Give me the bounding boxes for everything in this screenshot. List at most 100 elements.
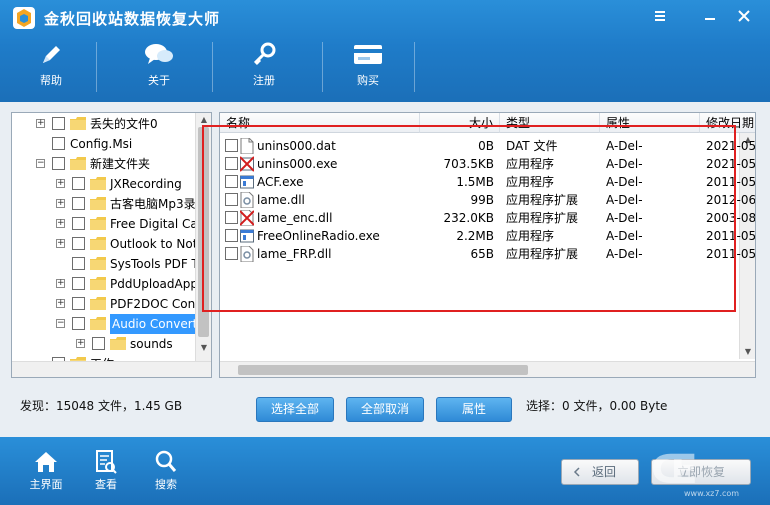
tree-item[interactable]: + 丢失的文件0 (12, 114, 197, 134)
column-header-attr[interactable]: 属性 (600, 113, 700, 133)
column-header-name[interactable]: 名称 (220, 113, 420, 133)
select-all-button[interactable]: 选择全部 (256, 397, 334, 422)
folder-icon (90, 317, 106, 330)
selected-status: 选择：0 文件，0.00 Byte (526, 399, 668, 413)
tree-item[interactable]: SysTools PDF T (12, 254, 199, 274)
collapse-icon[interactable]: − (56, 319, 65, 328)
expand-icon[interactable]: + (56, 239, 65, 248)
chevron-left-icon (573, 467, 580, 477)
register-label: 注册 (253, 74, 275, 87)
file-list[interactable]: 名称 大小 类型 属性 修改日期 ▲ ▼ unins000.dat 0B DAT 文… (219, 112, 756, 378)
register-button[interactable]: 注册 (222, 40, 306, 96)
file-name: lame.dll (257, 193, 305, 207)
tree-item[interactable]: − 新建文件夹 (12, 154, 197, 174)
tree-item-checkbox[interactable] (52, 137, 65, 150)
file-size: 65B (470, 247, 494, 261)
file-row[interactable]: unins000.exe 703.5KB 应用程序 A-Del- 2021-05- (220, 155, 755, 173)
file-list-horizontal-scrollbar[interactable] (220, 361, 755, 377)
close-button[interactable] (730, 6, 758, 28)
expand-icon[interactable]: + (56, 279, 65, 288)
scroll-up-icon[interactable]: ▲ (199, 115, 209, 125)
tree-item-label: 丢失的文件0 (90, 117, 158, 131)
file-checkbox[interactable] (225, 247, 238, 260)
tree-item-checkbox[interactable] (72, 237, 85, 250)
tree-item[interactable]: + Free Digital Car (12, 214, 203, 234)
folder-icon (90, 257, 106, 270)
file-row[interactable]: lame_FRP.dll 65B 应用程序扩展 A-Del- 2011-05- (220, 245, 756, 263)
file-checkbox[interactable] (225, 175, 238, 188)
tree-item[interactable]: + sounds (12, 334, 197, 354)
about-button[interactable]: 关于 (117, 40, 201, 96)
folder-icon (90, 217, 106, 230)
horizontal-scroll-thumb[interactable] (238, 365, 528, 375)
tree-item-checkbox[interactable] (92, 337, 105, 350)
tree-horizontal-scrollbar[interactable] (12, 361, 211, 377)
search-button[interactable]: 搜索 (138, 448, 194, 492)
properties-button[interactable]: 属性 (436, 397, 512, 422)
tree-item-checkbox[interactable] (52, 117, 65, 130)
tree-item[interactable]: + PDF2DOC Conv (12, 294, 202, 314)
file-checkbox[interactable] (225, 157, 238, 170)
folder-icon (90, 237, 106, 250)
tree-item[interactable]: + PddUploadApp (12, 274, 198, 294)
buy-button[interactable]: 购买 (326, 40, 410, 96)
tree-item-checkbox[interactable] (72, 317, 85, 330)
search-label: 搜索 (155, 478, 177, 491)
file-attributes: A-Del- (606, 229, 643, 243)
scroll-down-icon[interactable]: ▼ (199, 343, 209, 353)
file-size: 1.5MB (456, 175, 494, 189)
file-row[interactable]: ACF.exe 1.5MB 应用程序 A-Del- 2011-05- (220, 173, 755, 191)
expand-icon[interactable]: + (56, 179, 65, 188)
file-name: ACF.exe (257, 175, 304, 189)
watermark-logo: Œ (651, 447, 698, 493)
home-button[interactable]: 主界面 (18, 448, 74, 492)
back-button[interactable]: 返回 (561, 459, 639, 485)
tree-vertical-scrollbar[interactable]: ▲ ▼ (195, 113, 211, 377)
folder-icon (90, 197, 106, 210)
tree-item-label: sounds (130, 337, 173, 351)
tree-item[interactable]: + JXRecording (12, 174, 197, 194)
tree-item-label: Config.Msi (70, 137, 133, 151)
tree-item-checkbox[interactable] (52, 157, 65, 170)
column-header-size[interactable]: 大小 (420, 113, 500, 133)
tree-item-checkbox[interactable] (72, 257, 85, 270)
window-title: 金秋回收站数据恢复大师 (44, 10, 221, 28)
expand-icon[interactable]: + (76, 339, 85, 348)
tree-scroll-thumb[interactable] (198, 127, 209, 337)
tree-item[interactable]: + 古客电脑Mp3录 (12, 194, 197, 214)
column-header-type[interactable]: 类型 (500, 113, 600, 133)
tree-item-checkbox[interactable] (72, 277, 85, 290)
expand-icon[interactable]: + (36, 119, 45, 128)
scroll-down-icon[interactable]: ▼ (743, 347, 753, 357)
file-checkbox[interactable] (225, 229, 238, 242)
column-header-mtime[interactable]: 修改日期 (700, 113, 755, 133)
file-row[interactable]: lame.dll 99B 应用程序扩展 A-Del- 2012-06- (220, 191, 755, 209)
tree-item[interactable]: − Audio Convert (12, 314, 200, 334)
tree-item[interactable]: Config.Msi (12, 134, 197, 154)
file-checkbox[interactable] (225, 193, 238, 206)
expand-icon[interactable]: + (56, 219, 65, 228)
deselect-all-button[interactable]: 全部取消 (346, 397, 424, 422)
expand-icon[interactable]: + (56, 299, 65, 308)
menu-button[interactable] (646, 6, 674, 28)
toolbar-divider (414, 42, 415, 92)
tree-item-checkbox[interactable] (72, 177, 85, 190)
tree-item[interactable]: + Outlook to Not (12, 234, 197, 254)
folder-tree[interactable]: + 丢失的文件0 Config.Msi − 新建文件夹 + JXRecording + 古客电脑… (11, 112, 212, 378)
tree-item-label: PDF2DOC Conv (110, 297, 203, 311)
expand-icon[interactable]: + (56, 199, 65, 208)
file-checkbox[interactable] (225, 139, 238, 152)
file-checkbox[interactable] (225, 211, 238, 224)
view-button[interactable]: 查看 (78, 448, 134, 492)
file-row[interactable]: lame_enc.dll 232.0KB 应用程序扩展 A-Del- 2003-08- (220, 209, 755, 227)
tree-item-checkbox[interactable] (72, 297, 85, 310)
minimize-button[interactable] (696, 6, 724, 28)
file-row[interactable]: unins000.dat 0B DAT 文件 A-Del- 2021-05- (220, 137, 755, 155)
file-modified-date: 2011-05- (706, 247, 756, 261)
collapse-icon[interactable]: − (36, 159, 45, 168)
help-button[interactable]: 帮助 (9, 40, 93, 96)
file-row[interactable]: FreeOnlineRadio.exe 2.2MB 应用程序 A-Del- 2011-0… (220, 227, 755, 245)
watermark-site: www.xz7.com (684, 489, 740, 498)
tree-item-checkbox[interactable] (72, 197, 85, 210)
tree-item-checkbox[interactable] (72, 217, 85, 230)
